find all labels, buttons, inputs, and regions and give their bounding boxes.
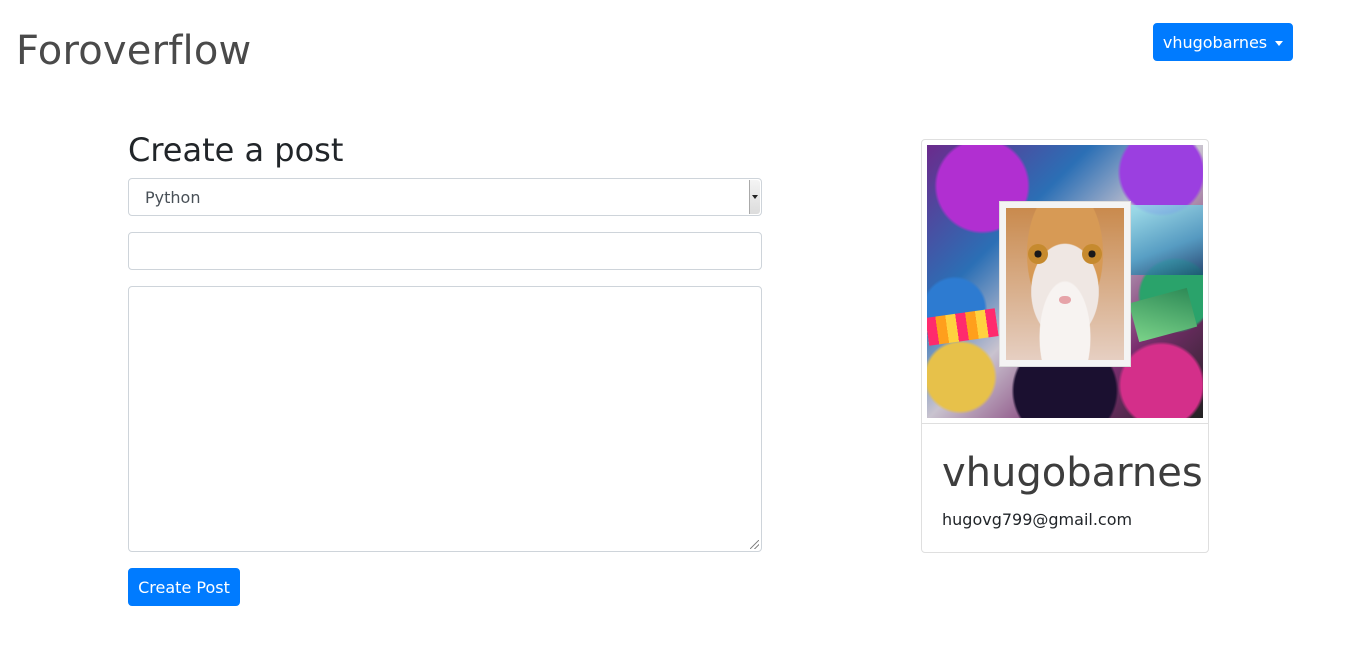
user-menu-label: vhugobarnes xyxy=(1162,32,1268,52)
user-menu-dropdown[interactable]: vhugobarnes xyxy=(1153,23,1293,61)
caret-down-icon xyxy=(1275,40,1284,46)
category-selected-value: Python xyxy=(145,187,201,207)
resize-grip-icon[interactable] xyxy=(750,540,759,549)
select-arrow-icon xyxy=(749,180,760,214)
brand-title[interactable]: Foroverflow xyxy=(16,28,251,74)
profile-username: vhugobarnes xyxy=(942,450,1203,496)
post-title-input[interactable] xyxy=(128,232,762,270)
form-title: Create a post xyxy=(128,131,344,169)
profile-card: vhugobarnes hugovg799@gmail.com xyxy=(921,139,1209,553)
category-select[interactable]: Python xyxy=(128,178,762,216)
avatar-frame xyxy=(922,140,1208,424)
create-post-button[interactable]: Create Post xyxy=(128,568,240,606)
profile-email: hugovg799@gmail.com xyxy=(942,510,1133,529)
post-body-textarea[interactable] xyxy=(128,286,762,552)
avatar-image xyxy=(927,145,1203,418)
